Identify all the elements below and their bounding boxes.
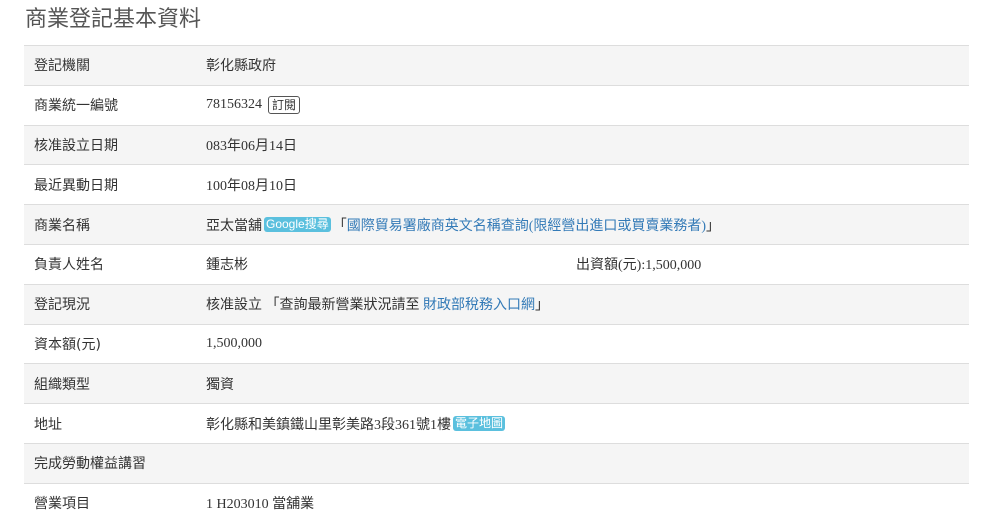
table-row: 組織類型 獨資	[24, 363, 969, 404]
value-address: 彰化縣和美鎮鐵山里彰美路3段361號1樓	[206, 417, 451, 433]
value-uid: 78156324	[206, 97, 262, 113]
table-row: 負責人姓名 鍾志彬 出資額(元):1,500,000	[24, 243, 969, 285]
value-approve-date: 083年06月14日	[206, 124, 969, 165]
value-capital: 1,500,000	[206, 323, 969, 364]
value-status: 核准設立	[206, 298, 262, 314]
value-owner: 鍾志彬	[206, 258, 248, 274]
english-name-query-link[interactable]: 國際貿易署廠商英文名稱查詢(限經營出進口或買賣業務者)	[347, 215, 706, 235]
table-row: 資本額(元) 1,500,000	[24, 323, 969, 364]
table-row: 地址 彰化縣和美鎮鐵山里彰美路3段361號1樓 電子地圖	[24, 403, 969, 444]
table-row: 登記現況 核准設立 「查詢最新營業狀況請至 財政部稅務入口網」	[24, 283, 969, 325]
table-row: 商業名稱 亞太當舖 Google搜尋 「 國際貿易署廠商英文名稱查詢(限經營出進…	[24, 204, 969, 245]
value-agency: 彰化縣政府	[206, 45, 969, 86]
label-owner: 負責人姓名	[24, 243, 206, 285]
subscribe-button[interactable]: 訂閱	[268, 96, 301, 115]
label-change-date: 最近異動日期	[24, 164, 206, 205]
map-badge[interactable]: 電子地圖	[453, 416, 506, 432]
value-change-date: 100年08月10日	[206, 164, 969, 205]
status-note-close: 」	[535, 298, 549, 314]
label-labor: 完成勞動權益講習	[24, 442, 206, 484]
label-org-type: 組織類型	[24, 363, 206, 404]
value-name: 亞太當舖	[206, 218, 262, 234]
value-org-type: 獨資	[206, 363, 969, 404]
value-labor	[206, 442, 969, 484]
label-capital: 資本額(元)	[24, 323, 206, 364]
tax-portal-link[interactable]: 財政部稅務入口網	[423, 294, 535, 314]
table-row: 商業統一編號 78156324 訂閱	[24, 84, 969, 126]
quote-open: 「	[332, 218, 347, 234]
table-row: 核准設立日期 083年06月14日	[24, 124, 969, 165]
label-business: 營業項目	[24, 482, 206, 524]
table-row: 登記機關 彰化縣政府	[24, 45, 969, 86]
value-business: 1 H203010 當舖業	[206, 482, 969, 524]
business-registration-panel: 商業登記基本資料 登記機關 彰化縣政府 商業統一編號 78156324 訂閱 核…	[24, 0, 969, 524]
label-agency: 登記機關	[24, 45, 206, 86]
quote-close: 」	[706, 218, 721, 234]
label-uid: 商業統一編號	[24, 84, 206, 126]
registration-table: 登記機關 彰化縣政府 商業統一編號 78156324 訂閱 核准設立日期 083…	[24, 45, 969, 524]
table-row: 最近異動日期 100年08月10日	[24, 164, 969, 205]
label-name: 商業名稱	[24, 204, 206, 245]
table-row: 營業項目 1 H203010 當舖業	[24, 482, 969, 524]
page-title: 商業登記基本資料	[25, 7, 202, 32]
table-row: 完成勞動權益講習	[24, 442, 969, 484]
label-status: 登記現況	[24, 283, 206, 325]
label-address: 地址	[24, 403, 206, 444]
label-approve-date: 核准設立日期	[24, 124, 206, 165]
google-search-badge[interactable]: Google搜尋	[264, 217, 331, 233]
owner-capital: 出資額(元):1,500,000	[576, 258, 702, 274]
status-note: 「查詢最新營業狀況請至	[262, 298, 423, 314]
